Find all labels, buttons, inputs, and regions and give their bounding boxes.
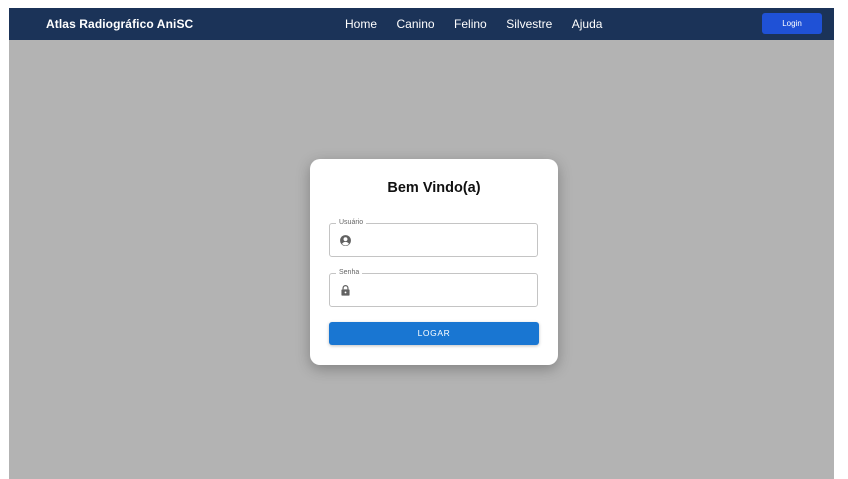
login-title: Bem Vindo(a) [387, 180, 481, 196]
nav-link-ajuda[interactable]: Ajuda [572, 17, 603, 31]
account-circle-icon [340, 235, 351, 246]
username-input[interactable] [358, 231, 530, 249]
top-navbar: Atlas Radiográfico AniSC Home Canino Fel… [9, 8, 834, 40]
login-button[interactable]: Login [762, 13, 822, 34]
username-field[interactable]: Usuário [329, 218, 538, 257]
logar-button[interactable]: LOGAR [329, 322, 539, 345]
nav-links: Home Canino Felino Silvestre Ajuda [345, 8, 622, 40]
nav-link-canino[interactable]: Canino [397, 17, 435, 31]
password-label: Senha [336, 268, 363, 278]
password-input[interactable] [358, 281, 530, 299]
app-frame: Atlas Radiográfico AniSC Home Canino Fel… [9, 8, 834, 479]
lock-icon [341, 285, 350, 296]
login-card: Bem Vindo(a) Usuário Senha LOGAR [310, 159, 558, 365]
nav-link-silvestre[interactable]: Silvestre [506, 17, 552, 31]
nav-link-home[interactable]: Home [345, 17, 377, 31]
password-field[interactable]: Senha [329, 268, 538, 307]
nav-link-felino[interactable]: Felino [454, 17, 487, 31]
brand-title[interactable]: Atlas Radiográfico AniSC [46, 8, 193, 40]
username-label: Usuário [336, 218, 367, 228]
